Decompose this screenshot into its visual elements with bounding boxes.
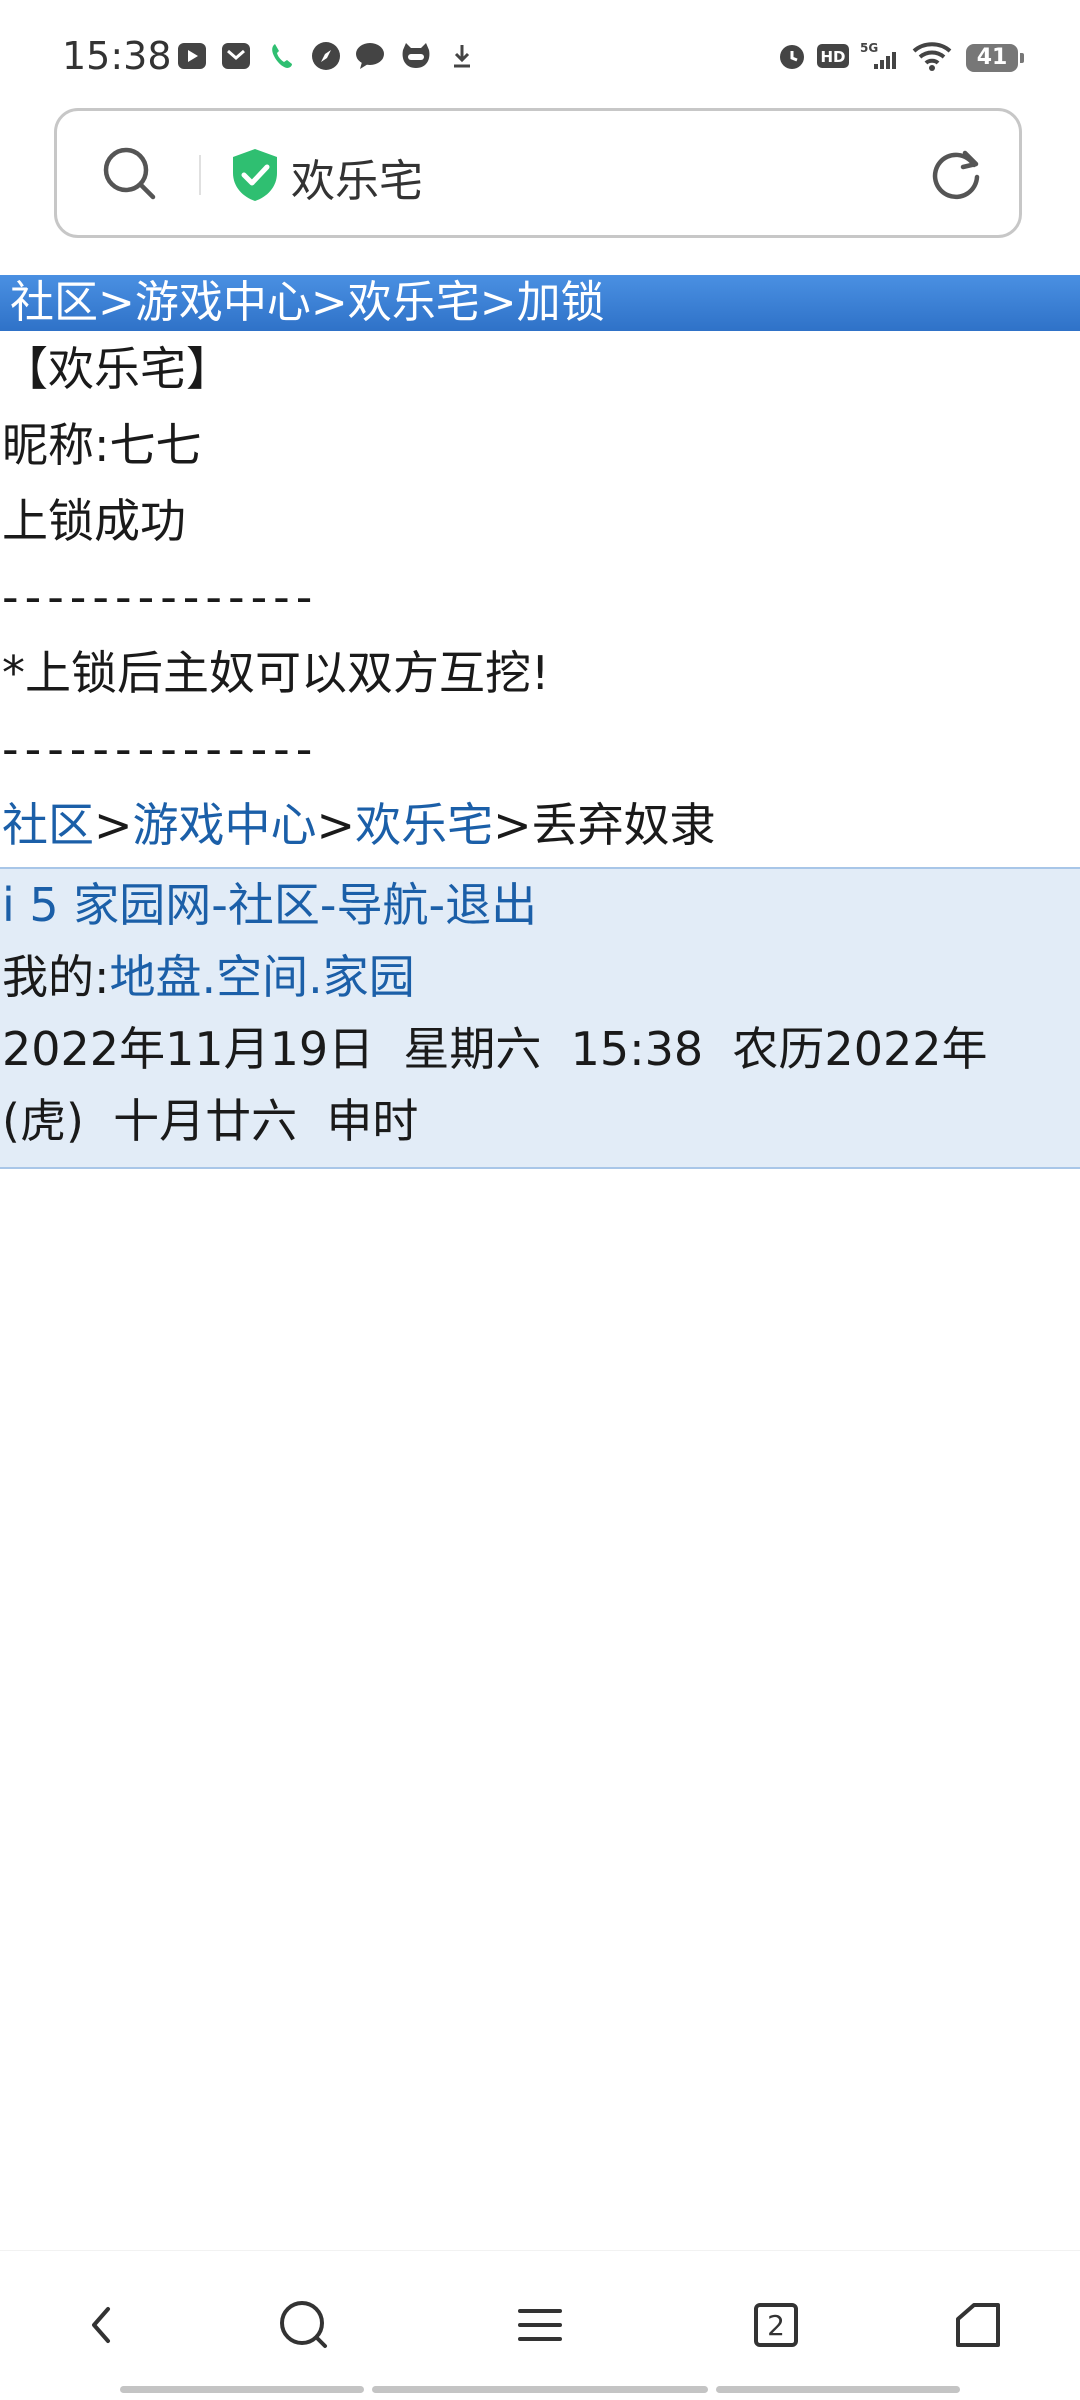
- hd-icon: HD: [817, 44, 849, 68]
- footer-link-territory[interactable]: 地盘: [110, 950, 202, 1004]
- mail-icon: [222, 43, 250, 69]
- footer-datetime-line-1: 2022年11月19日 星期六 15:38 农历2022年: [2, 1022, 988, 1076]
- footer-site-links: i 5 家园网-社区-导航-退出: [0, 869, 1080, 941]
- reload-icon[interactable]: [927, 145, 985, 203]
- search-button[interactable]: [274, 2295, 334, 2355]
- home-button[interactable]: [948, 2295, 1008, 2355]
- back-button[interactable]: [72, 2295, 132, 2355]
- separator-line: --------------: [2, 570, 319, 624]
- separator-line: --------------: [2, 722, 319, 776]
- address-site-title[interactable]: 欢乐宅: [291, 145, 423, 209]
- page-content: 社区>游戏中心>欢乐宅>加锁 【欢乐宅】 昵称:七七 上锁成功 --------…: [0, 275, 1080, 1169]
- svg-text:HD: HD: [820, 48, 845, 66]
- tab-count-badge: 2: [754, 2303, 798, 2347]
- gesture-bar[interactable]: [716, 2386, 960, 2393]
- search-icon[interactable]: [101, 145, 159, 203]
- gesture-bar[interactable]: [372, 2386, 708, 2393]
- svg-text:5G: 5G: [860, 41, 878, 55]
- footer-link-logout[interactable]: 退出: [445, 878, 537, 932]
- breadcrumb-separator: >: [316, 798, 356, 852]
- gesture-bar[interactable]: [120, 2386, 364, 2393]
- footer-link-homestead[interactable]: 家园: [323, 950, 415, 1004]
- bottom-nav-bar: 2: [0, 2250, 1080, 2400]
- back-icon: [92, 2307, 110, 2343]
- battery-indicator: 41: [966, 44, 1024, 72]
- status-message: 上锁成功: [2, 494, 186, 548]
- status-time: 15:38: [62, 34, 172, 78]
- cat-app-icon: [402, 43, 430, 68]
- alarm-icon: [780, 45, 804, 69]
- footer-link-navigation[interactable]: 导航: [337, 878, 429, 932]
- breadcrumb-link-game-center[interactable]: 游戏中心: [133, 798, 317, 852]
- home-icon: [956, 2303, 1000, 2347]
- footer-my-label: 我的:: [2, 950, 110, 1004]
- footer-link-community[interactable]: 社区: [228, 878, 320, 932]
- address-bar[interactable]: 欢乐宅: [54, 108, 1022, 238]
- footer-datetime-line-2: (虎) 十月廿六 申时: [2, 1094, 419, 1148]
- breadcrumb-link-community[interactable]: 社区: [2, 798, 94, 852]
- status-bar: 15:38 HD 5G 41: [0, 0, 1080, 104]
- wifi-icon: [912, 42, 952, 71]
- chat-icon: [356, 43, 384, 69]
- browser-page: 15:38 HD 5G 41 欢乐宅 社区>游戏中心>欢乐宅>加锁 【欢乐宅】 …: [0, 0, 1080, 2400]
- footer-link-home[interactable]: i 5 家园网: [2, 878, 211, 932]
- search-icon: [280, 2301, 327, 2348]
- page-title: 【欢乐宅】: [2, 342, 232, 396]
- footer-link-space[interactable]: 空间: [216, 950, 308, 1004]
- footer-dash: -: [319, 878, 337, 932]
- footer-dash: -: [211, 878, 228, 932]
- address-divider: [199, 155, 201, 195]
- note-text: *上锁后主奴可以双方互挖!: [2, 646, 550, 700]
- tabs-button[interactable]: 2: [746, 2295, 806, 2355]
- breadcrumb-separator: >: [493, 798, 532, 852]
- breadcrumb-nav: 社区>游戏中心>欢乐宅>丢弃奴隶: [0, 787, 1080, 863]
- site-footer: i 5 家园网-社区-导航-退出 我的:地盘.空间.家园 2022年11月19日…: [0, 867, 1080, 1169]
- breadcrumb-separator: >: [94, 798, 133, 852]
- breadcrumb-current: 丢弃奴隶: [531, 798, 716, 852]
- nickname-text: 昵称:七七: [2, 418, 202, 472]
- video-app-icon: [178, 43, 206, 69]
- breadcrumb-link-huanlezhai[interactable]: 欢乐宅: [355, 798, 493, 852]
- secure-shield-icon: [233, 149, 277, 201]
- phone-icon: [272, 44, 292, 68]
- download-icon: [454, 45, 470, 68]
- menu-button[interactable]: [510, 2295, 570, 2355]
- header-breadcrumb: 社区>游戏中心>欢乐宅>加锁: [0, 275, 1080, 331]
- footer-my-links: 我的:地盘.空间.家园: [0, 941, 1080, 1013]
- footer-dot: .: [308, 950, 323, 1004]
- footer-dash: -: [428, 878, 446, 932]
- footer-dot: .: [201, 950, 217, 1004]
- signal-5g-icon: 5G: [860, 41, 896, 69]
- compass-icon: [312, 42, 340, 70]
- menu-icon: [518, 2309, 562, 2341]
